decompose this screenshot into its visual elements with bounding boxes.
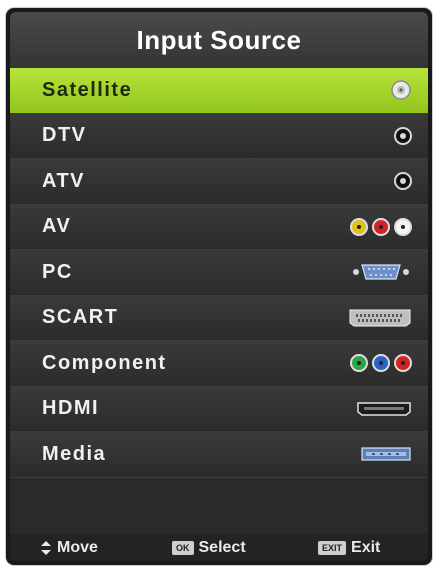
vga-port-icon bbox=[350, 262, 412, 282]
hint-bar: Move OK Select EXIT Exit bbox=[10, 534, 428, 561]
move-hint: Move bbox=[40, 539, 98, 557]
source-item-scart[interactable]: SCART bbox=[10, 295, 428, 341]
exit-key-icon: EXIT bbox=[318, 540, 347, 555]
source-label: Media bbox=[42, 442, 107, 465]
source-item-satellite[interactable]: Satellite bbox=[10, 68, 428, 114]
usb-port-icon bbox=[360, 446, 412, 462]
exit-label: Exit bbox=[351, 538, 381, 556]
source-item-dtv[interactable]: DTV bbox=[10, 113, 428, 159]
satellite-jack-icon bbox=[390, 79, 412, 101]
source-label: DTV bbox=[42, 124, 87, 147]
source-label: Component bbox=[42, 351, 167, 374]
source-item-av[interactable]: AV bbox=[10, 204, 428, 250]
antenna-jack-icon bbox=[394, 126, 412, 145]
source-item-media[interactable]: Media bbox=[10, 432, 428, 478]
ok-key-icon: OK bbox=[172, 540, 194, 555]
antenna-jack-icon bbox=[394, 172, 412, 191]
dialog-title: Input Source bbox=[10, 12, 428, 68]
select-label: Select bbox=[198, 538, 246, 556]
source-item-component[interactable]: Component bbox=[10, 341, 428, 387]
source-item-hdmi[interactable]: HDMI bbox=[10, 386, 428, 432]
source-label: SCART bbox=[42, 306, 119, 329]
input-source-dialog: Input Source Satellite DTV ATV AV PC SCA… bbox=[6, 8, 432, 565]
hdmi-port-icon bbox=[356, 401, 412, 417]
rca-green-blue-red-icon bbox=[350, 354, 412, 373]
source-item-atv[interactable]: ATV bbox=[10, 159, 428, 205]
rca-yellow-red-white-icon bbox=[350, 217, 412, 236]
source-item-pc[interactable]: PC bbox=[10, 250, 428, 296]
exit-hint: EXIT Exit bbox=[318, 539, 380, 557]
source-list: Satellite DTV ATV AV PC SCART Component … bbox=[10, 68, 428, 534]
source-label: PC bbox=[42, 260, 73, 283]
source-label: HDMI bbox=[42, 397, 100, 420]
scart-port-icon bbox=[348, 308, 412, 328]
source-label: Satellite bbox=[42, 78, 133, 101]
source-label: ATV bbox=[42, 169, 86, 192]
source-label: AV bbox=[42, 215, 72, 238]
up-down-arrows-icon bbox=[41, 540, 51, 555]
select-hint: OK Select bbox=[172, 539, 246, 557]
move-label: Move bbox=[57, 538, 98, 556]
